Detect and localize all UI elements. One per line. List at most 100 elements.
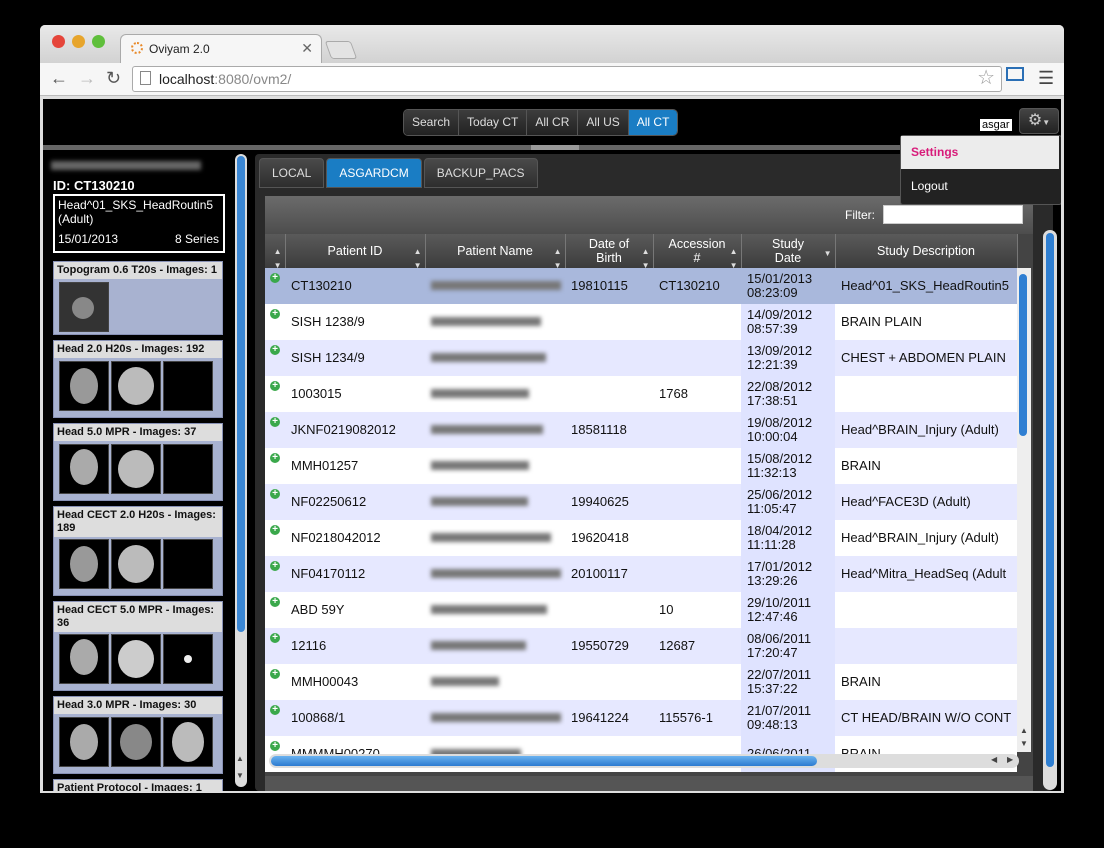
logout-menu-item[interactable]: Logout bbox=[901, 170, 1059, 202]
menu-all-us[interactable]: All US bbox=[578, 110, 629, 135]
series-thumbnail[interactable] bbox=[111, 444, 161, 494]
tab-backup-pacs[interactable]: BACKUP_PACS bbox=[423, 158, 538, 188]
table-row[interactable]: +1003015 1768 22/08/2012 17:38:51 bbox=[265, 376, 1017, 412]
table-vertical-scrollbar[interactable]: ▲ ▼ bbox=[1017, 268, 1031, 752]
expand-plus-icon[interactable]: + bbox=[270, 633, 280, 643]
menu-all-ct[interactable]: All CT bbox=[628, 110, 678, 135]
expand-cell[interactable]: + bbox=[265, 700, 285, 736]
filter-input[interactable] bbox=[883, 205, 1023, 224]
expand-plus-icon[interactable]: + bbox=[270, 345, 280, 355]
new-tab-button[interactable] bbox=[324, 41, 358, 59]
table-row[interactable]: + NF0218042012 19620418 18/04/2012 11:11:28 H… bbox=[265, 520, 1017, 556]
bookmark-star-icon[interactable]: ☆ bbox=[977, 67, 995, 89]
tab-local[interactable]: LOCAL bbox=[259, 158, 325, 188]
series-item[interactable]: Head CECT 5.0 MPR - Images: 36 bbox=[53, 601, 223, 691]
expand-cell[interactable]: + bbox=[265, 592, 285, 628]
menu-search[interactable]: Search bbox=[404, 110, 460, 135]
series-thumbnail[interactable] bbox=[163, 717, 213, 767]
series-thumbnail[interactable] bbox=[111, 634, 161, 684]
column-header-patient-name[interactable]: Patient Name ▲ ▼ bbox=[425, 234, 566, 270]
scroll-down-icon[interactable]: ▼ bbox=[236, 771, 244, 780]
close-window-button[interactable] bbox=[52, 35, 65, 48]
series-thumbnail[interactable] bbox=[163, 539, 213, 589]
column-header-accession[interactable]: Accession # ▲ ▼ bbox=[653, 234, 742, 270]
scroll-left-icon[interactable]: ◀ bbox=[991, 755, 997, 764]
expand-plus-icon[interactable]: + bbox=[270, 561, 280, 571]
study-info-box[interactable]: Head^01_SKS_HeadRoutin5 (Adult) 15/01/20… bbox=[53, 194, 225, 253]
scroll-thumb[interactable] bbox=[1046, 233, 1054, 767]
series-thumbnail[interactable] bbox=[111, 717, 161, 767]
table-row[interactable]: + NF02250612 19940625 25/06/2012 11:05:47 Hea… bbox=[265, 484, 1017, 520]
column-header-date-of-birth[interactable]: Date of Birth ▲ ▼ bbox=[565, 234, 654, 270]
table-row[interactable]: + SISH 1238/9 14/09/2012 08:57:39 BRAIN PLAI… bbox=[265, 304, 1017, 340]
series-item[interactable]: Head 2.0 H20s - Images: 192 bbox=[53, 340, 223, 418]
table-row[interactable]: +12116 19550729 12687 08/06/2011 17:20:47 bbox=[265, 628, 1017, 664]
table-row[interactable]: + ABD 59Y 10 29/10/2011 12:47:46 bbox=[265, 592, 1017, 628]
menu-today-ct[interactable]: Today CT bbox=[459, 110, 528, 135]
expand-plus-icon[interactable]: + bbox=[270, 453, 280, 463]
table-row[interactable]: + MMH01257 15/08/2012 11:32:13 BRAIN bbox=[265, 448, 1017, 484]
series-panel-scrollbar[interactable]: ▲ ▼ bbox=[235, 154, 247, 787]
table-horizontal-scrollbar[interactable]: ◀ ▶ bbox=[269, 754, 1019, 768]
expand-cell[interactable]: + bbox=[265, 556, 285, 592]
expand-plus-icon[interactable]: + bbox=[270, 417, 280, 427]
series-item[interactable]: Head 3.0 MPR - Images: 30 bbox=[53, 696, 223, 774]
menu-all-cr[interactable]: All CR bbox=[527, 110, 579, 135]
expand-plus-icon[interactable]: + bbox=[270, 669, 280, 679]
settings-menu-item[interactable]: Settings bbox=[901, 136, 1059, 169]
expand-cell[interactable]: + bbox=[265, 304, 285, 340]
series-thumbnail[interactable] bbox=[59, 634, 109, 684]
series-thumbnail[interactable] bbox=[163, 444, 213, 494]
expand-cell[interactable]: + bbox=[265, 520, 285, 556]
browser-tab[interactable]: Oviyam 2.0 ✕ bbox=[120, 34, 322, 64]
close-tab-icon[interactable]: ✕ bbox=[301, 40, 313, 57]
expand-cell[interactable]: + bbox=[265, 412, 285, 448]
expand-plus-icon[interactable]: + bbox=[270, 525, 280, 535]
table-row[interactable]: + SISH 1234/9 13/09/2012 12:21:39 CHEST + AB… bbox=[265, 340, 1017, 376]
scroll-right-icon[interactable]: ▶ bbox=[1007, 755, 1013, 764]
menu-icon[interactable]: ☰ bbox=[1038, 68, 1054, 88]
scroll-thumb[interactable] bbox=[271, 756, 817, 766]
expand-cell[interactable]: + bbox=[265, 448, 285, 484]
expand-cell[interactable]: + bbox=[265, 628, 285, 664]
series-thumbnail[interactable] bbox=[163, 361, 213, 411]
series-thumbnail[interactable] bbox=[163, 634, 213, 684]
expand-cell[interactable]: + bbox=[265, 664, 285, 700]
expand-plus-icon[interactable]: + bbox=[270, 489, 280, 499]
forward-icon[interactable]: → bbox=[78, 67, 96, 89]
expand-cell[interactable]: + bbox=[265, 484, 285, 520]
zoom-window-button[interactable] bbox=[92, 35, 105, 48]
reload-icon[interactable]: ↻ bbox=[106, 67, 121, 89]
tab-asgardcm[interactable]: ASGARDCM bbox=[326, 158, 422, 188]
expand-plus-icon[interactable]: + bbox=[270, 381, 280, 391]
series-item[interactable]: Head CECT 2.0 H20s - Images: 189 bbox=[53, 506, 223, 596]
expand-plus-icon[interactable]: + bbox=[270, 705, 280, 715]
minimize-window-button[interactable] bbox=[72, 35, 85, 48]
table-row[interactable]: + JKNF0219082012 18581118 19/08/2012 10:00:0… bbox=[265, 412, 1017, 448]
series-thumbnail[interactable] bbox=[59, 361, 109, 411]
table-row[interactable]: + MMH00043 22/07/2011 15:37:22 BRAIN bbox=[265, 664, 1017, 700]
series-thumbnail[interactable] bbox=[111, 361, 161, 411]
expand-cell[interactable]: + bbox=[265, 340, 285, 376]
settings-gear-button[interactable]: ⚙▼ bbox=[1019, 108, 1059, 134]
scroll-thumb[interactable] bbox=[1019, 274, 1027, 436]
column-header-icon[interactable]: ▲ ▼ bbox=[265, 234, 286, 270]
back-icon[interactable]: ← bbox=[50, 67, 68, 89]
scroll-up-icon[interactable]: ▲ bbox=[1020, 726, 1028, 735]
column-header-patient-id[interactable]: Patient ID ▲ ▼ bbox=[285, 234, 426, 270]
series-thumbnail[interactable] bbox=[59, 539, 109, 589]
divider-grip[interactable] bbox=[531, 145, 579, 150]
scroll-up-icon[interactable]: ▲ bbox=[236, 754, 244, 763]
series-thumbnail[interactable] bbox=[59, 444, 109, 494]
series-item[interactable]: Topogram 0.6 T20s - Images: 1 bbox=[53, 261, 223, 335]
series-item[interactable]: Patient Protocol - Images: 1 bbox=[53, 779, 223, 791]
series-item[interactable]: Head 5.0 MPR - Images: 37 bbox=[53, 423, 223, 501]
expand-plus-icon[interactable]: + bbox=[270, 597, 280, 607]
series-thumbnail[interactable] bbox=[111, 539, 161, 589]
expand-plus-icon[interactable]: + bbox=[270, 309, 280, 319]
expand-cell[interactable]: + bbox=[265, 268, 285, 304]
table-row[interactable]: + CT130210 19810115 CT130210 15/01/2013 08:23… bbox=[265, 268, 1017, 304]
series-thumbnail[interactable] bbox=[59, 282, 109, 332]
column-header-study-date[interactable]: Study Date ▼ bbox=[741, 234, 836, 268]
expand-cell[interactable]: + bbox=[265, 376, 285, 412]
